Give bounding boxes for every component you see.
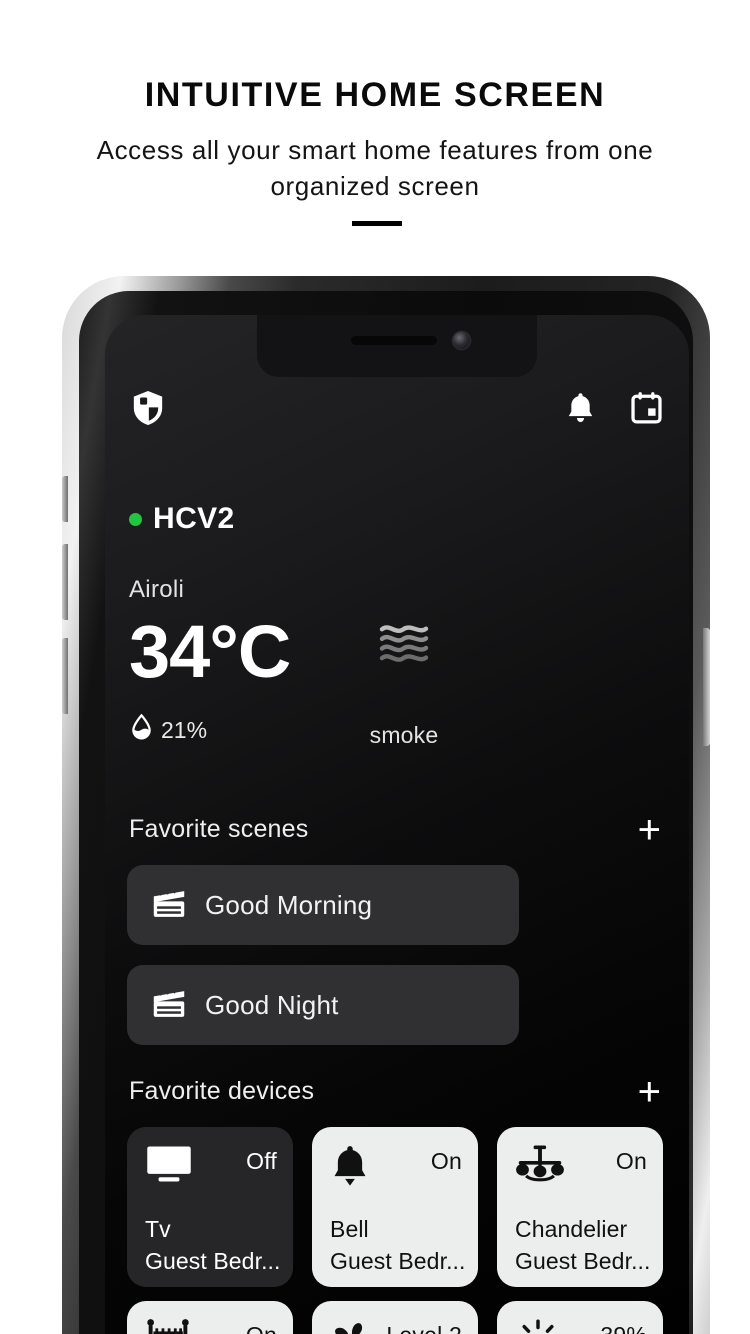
scene-label: Good Night: [205, 989, 339, 1020]
device-room: Guest Bedr...: [145, 1248, 281, 1274]
home-selector[interactable]: HCV2: [129, 502, 235, 536]
device-grid-row: On: [127, 1301, 667, 1334]
device-card-tv[interactable]: Off Tv Guest Bedr...: [127, 1127, 293, 1287]
smoke-waves-icon: [376, 621, 432, 670]
page-title: INTUITIVE HOME SCREEN: [144, 76, 606, 114]
scenes-section-title: Favorite scenes: [129, 815, 309, 843]
phone-bezel: HCV2 Airoli 34°C 21% smoke Favorite scen…: [79, 291, 693, 1334]
bell-icon: [330, 1144, 370, 1193]
earpiece-speaker: [351, 336, 437, 345]
clapperboard-icon: [151, 886, 187, 925]
device-card-bell[interactable]: On Bell Guest Bedr...: [312, 1127, 478, 1287]
phone-mockup: HCV2 Airoli 34°C 21% smoke Favorite scen…: [62, 276, 710, 1334]
calendar-icon[interactable]: [630, 391, 663, 431]
app-top-bar: [105, 389, 689, 432]
phone-volume-up-button: [62, 544, 68, 620]
scene-card-good-morning[interactable]: Good Morning: [127, 865, 519, 945]
gate-icon: [145, 1318, 191, 1334]
scene-label: Good Morning: [205, 889, 373, 920]
device-room: Guest Bedr...: [515, 1248, 651, 1274]
water-drop-icon: [131, 713, 152, 746]
home-name-label: HCV2: [153, 502, 235, 535]
top-bar-actions: [565, 391, 663, 431]
device-name: Bell: [330, 1216, 369, 1242]
bell-icon[interactable]: [565, 391, 596, 431]
phone-notch: [257, 315, 537, 377]
device-state: On: [246, 1318, 277, 1334]
devices-section-header: Favorite devices +: [129, 1072, 665, 1112]
device-card-gate[interactable]: On: [127, 1301, 293, 1334]
page-subtitle: Access all your smart home features from…: [96, 135, 654, 201]
front-camera: [453, 332, 470, 349]
device-state: 39%: [600, 1318, 647, 1334]
page-root: INTUITIVE HOME SCREEN Access all your sm…: [0, 0, 750, 1334]
device-card-chandelier[interactable]: On Chandelier Guest Bedr...: [497, 1127, 663, 1287]
device-state: Off: [246, 1148, 277, 1174]
humidity-readout: 21%: [131, 713, 208, 746]
title-divider: [352, 221, 402, 226]
device-name: Chandelier: [515, 1216, 628, 1242]
device-card-dimmer[interactable]: 39%: [497, 1301, 663, 1334]
device-state: Level 2: [386, 1318, 462, 1334]
air-quality-label: smoke: [369, 722, 439, 748]
chandelier-icon: [515, 1144, 565, 1191]
smart-home-app: HCV2 Airoli 34°C 21% smoke Favorite scen…: [105, 315, 689, 1334]
weather-panel: 34°C 21% smoke: [129, 611, 669, 749]
clapperboard-icon: [151, 986, 187, 1025]
device-card-fan[interactable]: Level 2: [312, 1301, 478, 1334]
devices-section-title: Favorite devices: [129, 1077, 315, 1105]
device-name: Tv: [145, 1216, 171, 1242]
add-scene-button[interactable]: +: [634, 810, 665, 850]
humidity-value: 21%: [161, 716, 208, 743]
phone-screen: HCV2 Airoli 34°C 21% smoke Favorite scen…: [105, 315, 689, 1334]
location-label: Airoli: [129, 576, 185, 603]
tv-icon: [145, 1144, 193, 1189]
device-grid-row: Off Tv Guest Bedr... On Bell Guest Bedr.…: [127, 1127, 667, 1287]
device-state: On: [615, 1148, 647, 1174]
device-state: On: [430, 1148, 462, 1174]
phone-volume-down-button: [62, 638, 68, 714]
device-room: Guest Bedr...: [330, 1248, 466, 1274]
fan-icon: [330, 1318, 378, 1334]
shield-icon[interactable]: [131, 389, 165, 432]
phone-mute-switch: [62, 476, 68, 522]
connection-status-dot: [129, 512, 142, 526]
air-quality-readout: smoke: [344, 621, 464, 749]
phone-power-button: [703, 628, 710, 746]
brightness-icon: [515, 1318, 561, 1334]
add-device-button[interactable]: +: [634, 1072, 665, 1112]
scene-card-good-night[interactable]: Good Night: [127, 965, 519, 1045]
scenes-section-header: Favorite scenes +: [129, 810, 665, 850]
